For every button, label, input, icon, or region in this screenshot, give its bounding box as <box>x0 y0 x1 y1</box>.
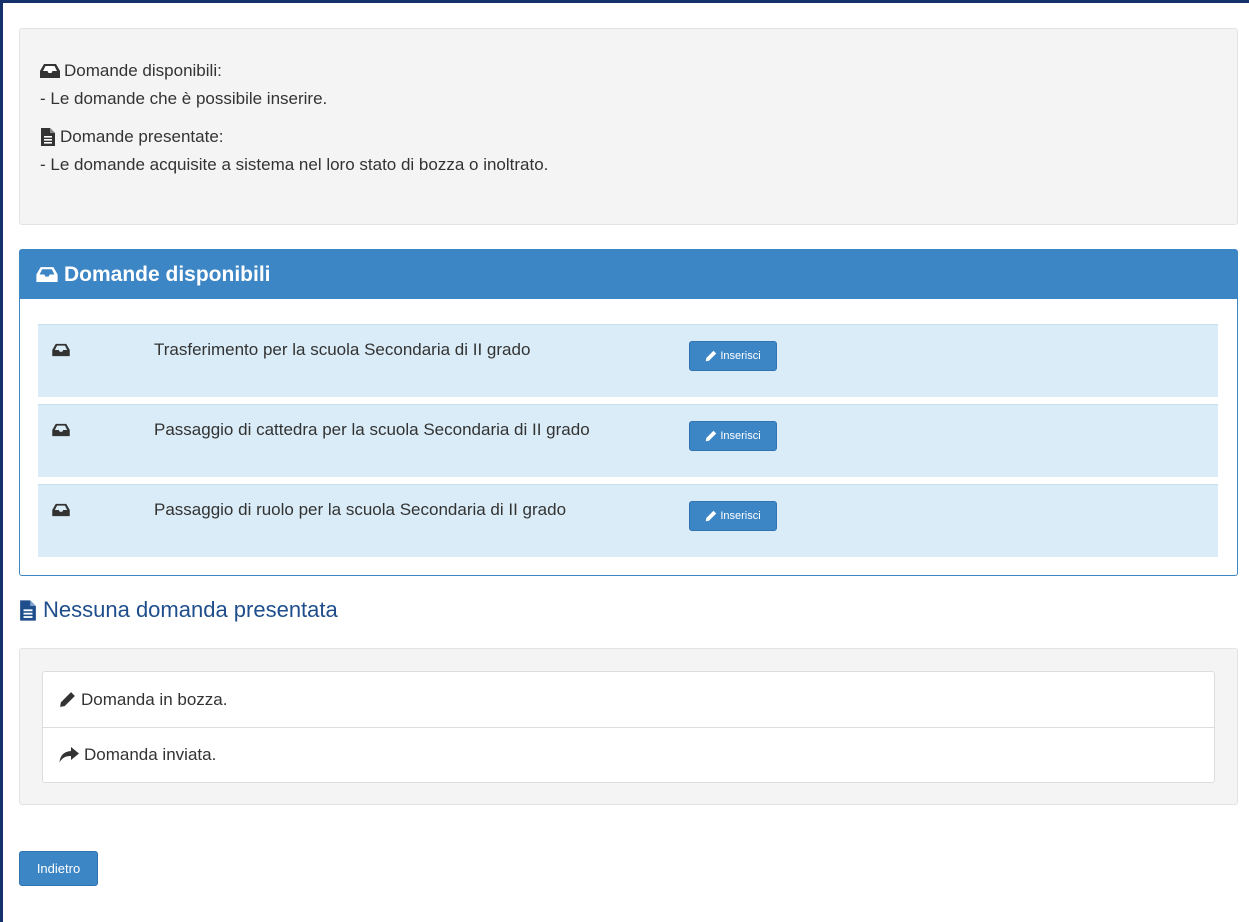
legend-item-sent: Domanda inviata. <box>43 727 1214 782</box>
inbox-icon <box>36 266 58 283</box>
inserisci-button-label: Inserisci <box>720 510 761 522</box>
panel-heading: Domande disponibili <box>20 250 1237 299</box>
info-available-label: Domande disponibili: <box>64 61 222 80</box>
inserisci-button-label: Inserisci <box>720 350 761 362</box>
inbox-icon <box>52 423 70 437</box>
legend-list: Domanda in bozza. Domanda inviata. <box>42 671 1215 783</box>
info-well: Domande disponibili: - Le domande che è … <box>19 28 1238 225</box>
panel-title: Domande disponibili <box>64 262 271 286</box>
legend-item-draft: Domanda in bozza. <box>43 672 1214 727</box>
info-submitted-line: Domande presentate: <box>40 123 1217 151</box>
list-item-label: Trasferimento per la scuola Secondaria d… <box>154 340 531 359</box>
submitted-section-title: Nessuna domanda presentata <box>19 597 338 623</box>
inserisci-button[interactable]: Inserisci <box>689 501 777 531</box>
file-text-icon <box>19 599 37 621</box>
pencil-icon <box>59 691 76 708</box>
list-item: Passaggio di ruolo per la scuola Seconda… <box>38 484 1218 557</box>
info-available-desc: - Le domande che è possibile inserire. <box>40 89 328 108</box>
legend-item-label: Domanda inviata. <box>84 745 217 764</box>
inbox-icon <box>40 63 60 79</box>
info-submitted-label: Domande presentate: <box>60 127 224 146</box>
share-arrow-icon <box>59 747 79 763</box>
file-text-icon <box>40 128 56 146</box>
inbox-icon <box>52 343 70 357</box>
inserisci-button-label: Inserisci <box>720 430 761 442</box>
submitted-section-label: Nessuna domanda presentata <box>43 597 338 622</box>
back-button[interactable]: Indietro <box>19 851 98 886</box>
legend-item-label: Domanda in bozza. <box>81 689 228 709</box>
available-panel: Domande disponibili Trasferimento per la… <box>19 249 1238 576</box>
info-available-line: Domande disponibili: <box>40 57 1217 85</box>
pencil-icon <box>705 430 717 442</box>
available-list: Trasferimento per la scuola Secondaria d… <box>38 324 1218 564</box>
list-item: Trasferimento per la scuola Secondaria d… <box>38 324 1218 397</box>
pencil-icon <box>705 350 717 362</box>
info-submitted-desc: - Le domande acquisite a sistema nel lor… <box>40 155 549 174</box>
list-item-label: Passaggio di cattedra per la scuola Seco… <box>154 420 590 439</box>
inserisci-button[interactable]: Inserisci <box>689 421 777 451</box>
list-item-label: Passaggio di ruolo per la scuola Seconda… <box>154 500 567 519</box>
inbox-icon <box>52 503 70 517</box>
inserisci-button[interactable]: Inserisci <box>689 341 777 371</box>
list-item: Passaggio di cattedra per la scuola Seco… <box>38 404 1218 477</box>
legend-well: Domanda in bozza. Domanda inviata. <box>19 648 1238 805</box>
pencil-icon <box>705 510 717 522</box>
